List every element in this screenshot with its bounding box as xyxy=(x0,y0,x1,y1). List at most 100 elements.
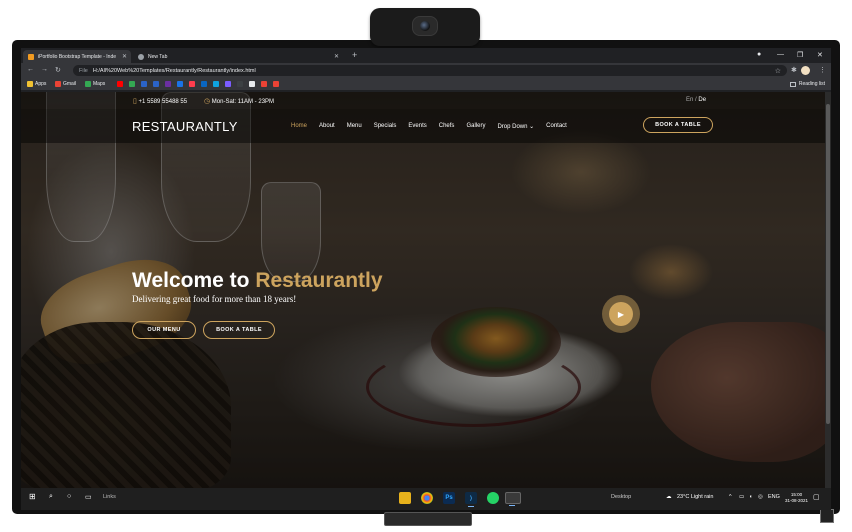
hero-title-prefix: Welcome to xyxy=(132,269,256,292)
bookmark-label: Gmail xyxy=(63,81,77,87)
close-tab-icon[interactable]: ✕ xyxy=(122,53,127,60)
notifications-icon[interactable]: ▢ xyxy=(813,493,820,501)
nav-specials[interactable]: Specials xyxy=(374,123,397,130)
screen: iPortfolio Bootstrap Template - Inde ✕ N… xyxy=(21,48,831,510)
bookmark-site-icon[interactable] xyxy=(117,81,123,87)
nav-dropdown[interactable]: Drop Down ⌄ xyxy=(497,123,534,130)
cortana-icon[interactable]: ○ xyxy=(67,493,71,500)
forward-icon[interactable]: → xyxy=(41,66,48,73)
bookmark-site-icon[interactable] xyxy=(225,81,231,87)
hero-title-brand: Restaurantly xyxy=(255,269,383,292)
our-menu-button[interactable]: OUR MENU xyxy=(132,321,196,339)
chrome-icon[interactable] xyxy=(421,492,433,504)
network-icon: ◎ xyxy=(758,494,763,500)
site-topbar: ▯ +1 5589 55488 55 ◷ Mon-Sat: 11AM - 23P… xyxy=(21,92,825,109)
weather-widget[interactable]: 23°C Light rain xyxy=(677,494,713,500)
weather-icon: ☁ xyxy=(666,494,672,500)
bookmark-site-icon[interactable] xyxy=(237,81,243,87)
page-scrollbar[interactable] xyxy=(825,92,831,488)
nav-about[interactable]: About xyxy=(319,123,335,130)
hero-title: Welcome to Restaurantly xyxy=(132,269,383,293)
reading-list-icon xyxy=(789,81,796,87)
taskbar-clock[interactable]: 15:00 31-08-2021 xyxy=(785,492,808,504)
file-explorer-icon[interactable] xyxy=(399,492,411,504)
bookmark-label: Apps xyxy=(35,81,47,87)
scrollbar-thumb[interactable] xyxy=(826,104,830,424)
new-tab-button[interactable]: + xyxy=(352,50,357,60)
bookmark-site-icon[interactable] xyxy=(141,81,147,87)
desktop-toolbar[interactable]: Desktop xyxy=(611,494,631,500)
menu-icon[interactable]: ⋮ xyxy=(819,66,826,74)
bookmark-apps[interactable]: Apps xyxy=(27,81,46,87)
windows-start-icon[interactable]: ⊞ xyxy=(29,492,36,501)
reading-list-label: Reading list xyxy=(798,81,825,87)
links-toolbar[interactable]: Links xyxy=(103,494,116,500)
bookmark-site-icon[interactable] xyxy=(129,81,135,87)
bookmark-site-icon[interactable] xyxy=(249,81,255,87)
bookmark-site-icon[interactable] xyxy=(201,81,207,87)
nav-menu[interactable]: Menu xyxy=(347,123,362,130)
nav-chefs[interactable]: Chefs xyxy=(439,123,455,130)
lang-separator: / xyxy=(695,97,697,103)
browser-tab-new[interactable]: New Tab ✕ xyxy=(133,50,343,63)
bookmark-star-icon[interactable]: ☆ xyxy=(775,67,781,75)
photoshop-icon[interactable]: Ps xyxy=(443,492,455,504)
reading-list[interactable]: Reading list xyxy=(789,81,825,87)
bookmark-label: Maps xyxy=(93,81,106,87)
reload-icon[interactable]: ↻ xyxy=(55,66,61,74)
close-window-icon[interactable]: ✕ xyxy=(817,51,823,59)
site-navbar: RESTAURANTLY Home About Menu Specials Ev… xyxy=(21,109,825,143)
bookmark-site-icon[interactable] xyxy=(273,81,279,87)
bookmark-site-icon[interactable] xyxy=(213,81,219,87)
bookmark-maps[interactable]: Maps xyxy=(85,81,105,87)
maps-icon xyxy=(85,81,91,87)
restaurant-site: ▯ +1 5589 55488 55 ◷ Mon-Sat: 11AM - 23P… xyxy=(21,92,825,488)
hero-subtitle: Delivering great food for more than 18 y… xyxy=(132,294,297,304)
site-logo[interactable]: RESTAURANTLY xyxy=(132,119,238,134)
main-menu: Home About Menu Specials Events Chefs Ga… xyxy=(291,123,579,130)
book-table-nav-button[interactable]: BOOK A TABLE xyxy=(643,117,713,133)
nav-home[interactable]: Home xyxy=(291,123,307,130)
phone-contact: ▯ +1 5589 55488 55 xyxy=(133,97,187,105)
book-table-hero-button[interactable]: BOOK A TABLE xyxy=(203,321,275,339)
browser-tab-portfolio[interactable]: iPortfolio Bootstrap Template - Inde ✕ xyxy=(23,50,131,63)
tab-search-icon[interactable]: ● xyxy=(757,51,761,58)
address-bar[interactable]: File H:/All%20Web%20Templates/Restaurant… xyxy=(73,65,787,76)
clock-date: 31-08-2021 xyxy=(785,498,809,503)
bookmark-site-icon[interactable] xyxy=(165,81,171,87)
back-icon[interactable]: ← xyxy=(27,66,34,73)
play-video-button[interactable]: ▶ xyxy=(602,295,640,333)
bookmark-site-icon[interactable] xyxy=(153,81,159,87)
tab-title: New Tab xyxy=(148,53,168,60)
whatsapp-icon[interactable] xyxy=(487,492,499,504)
chrome-active-icon[interactable] xyxy=(505,492,521,506)
search-icon[interactable]: ⌕ xyxy=(49,493,53,501)
profile-avatar[interactable] xyxy=(801,66,810,75)
clock-icon: ◷ xyxy=(204,98,211,105)
bookmark-site-icon[interactable] xyxy=(261,81,267,87)
minimize-icon[interactable]: — xyxy=(777,51,784,58)
maximize-icon[interactable]: ❐ xyxy=(797,51,803,59)
nav-gallery[interactable]: Gallery xyxy=(466,123,485,130)
language-switch: En / De xyxy=(686,97,706,103)
tab-favicon-icon xyxy=(138,53,144,60)
task-view-icon[interactable]: ▭ xyxy=(85,493,92,501)
lang-de-link[interactable]: De xyxy=(698,97,706,103)
keyboard-language[interactable]: ENG xyxy=(768,494,780,500)
battery-icon: ▭ xyxy=(739,494,745,500)
bookmark-gmail[interactable]: Gmail xyxy=(55,81,76,87)
close-tab-icon[interactable]: ✕ xyxy=(334,53,339,60)
nav-events[interactable]: Events xyxy=(408,123,426,130)
opening-hours: ◷ Mon-Sat: 11AM - 23PM xyxy=(204,97,274,105)
url-text: H:/All%20Web%20Templates/Restaurantly/Re… xyxy=(92,67,256,74)
bookmark-site-icon[interactable] xyxy=(177,81,183,87)
browser-toolbar: ← → ↻ File H:/All%20Web%20Templates/Rest… xyxy=(21,63,831,78)
vscode-icon[interactable]: ⟩ xyxy=(465,492,477,507)
windows-taskbar: ⊞ ⌕ ○ ▭ Links Ps ⟩ Desktop ☁ 23°C Light … xyxy=(21,488,831,510)
nav-contact[interactable]: Contact xyxy=(546,123,567,130)
tab-strip: iPortfolio Bootstrap Template - Inde ✕ N… xyxy=(21,48,831,63)
tray-chevron-icon[interactable]: ^ xyxy=(729,494,732,500)
lang-en-link[interactable]: En xyxy=(686,97,693,103)
extensions-icon[interactable]: ✱ xyxy=(791,66,797,74)
bookmark-site-icon[interactable] xyxy=(189,81,195,87)
